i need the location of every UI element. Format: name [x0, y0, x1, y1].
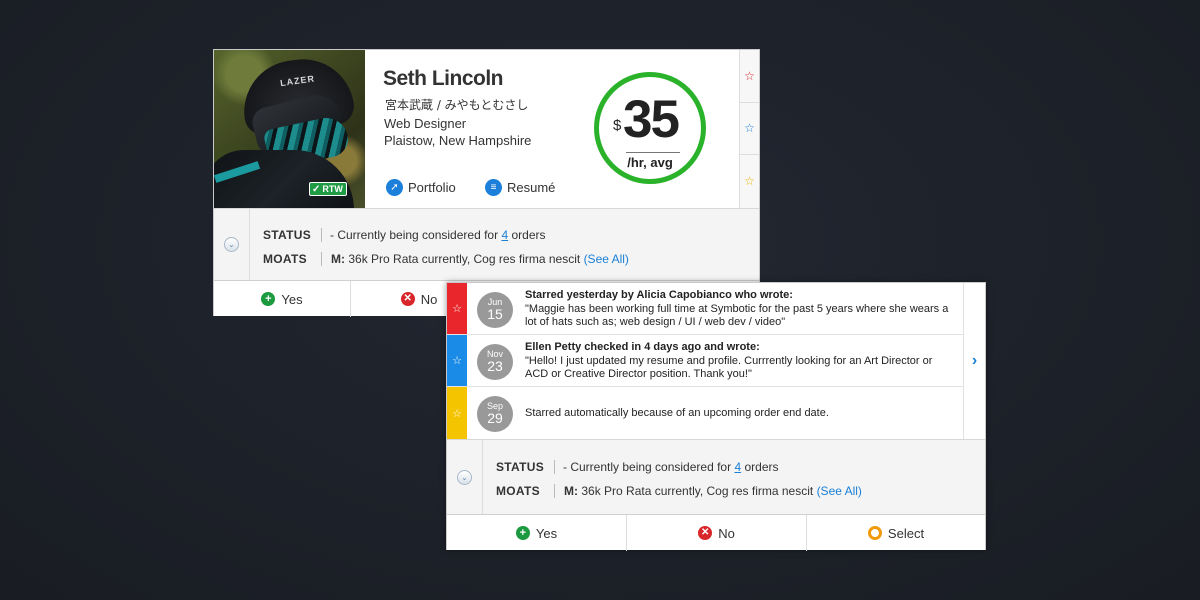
- status-text: - Currently being considered for 4 order…: [330, 228, 545, 242]
- status-suffix: orders: [511, 228, 546, 242]
- rtw-badge: ✓ RTW: [309, 182, 347, 196]
- rtw-badge-label: RTW: [322, 184, 343, 194]
- star-red-icon[interactable]: ☆: [740, 50, 759, 103]
- see-all-link[interactable]: (See All): [817, 484, 862, 498]
- no-label: No: [718, 525, 735, 541]
- feed-headline: Starred yesterday by Alicia Capobianco w…: [525, 289, 793, 301]
- moats-label: MOATS: [496, 484, 540, 498]
- yes-label: Yes: [535, 525, 558, 541]
- select-label: Select: [887, 525, 925, 541]
- candidate-card: LAZER ✓ RTW Seth Lincoln 宮本武蔵 / みやもとむさし W…: [213, 49, 760, 317]
- date-day: 23: [487, 358, 503, 374]
- candidate-name: Seth Lincoln: [383, 67, 504, 90]
- date-badge: Sep 29: [477, 396, 513, 432]
- divider: [554, 484, 555, 498]
- status-label: STATUS: [496, 460, 545, 474]
- feed-body: "Maggie has been working full time at Sy…: [525, 302, 949, 329]
- star-outline-icon: ☆: [447, 283, 467, 334]
- moats-key: M:: [331, 252, 345, 266]
- status-label: STATUS: [263, 228, 312, 242]
- portfolio-label: Portfolio: [408, 180, 456, 195]
- circle-icon: [867, 526, 882, 540]
- no-button[interactable]: ✕ No: [627, 515, 806, 551]
- moats-label: MOATS: [263, 252, 307, 266]
- close-icon: ✕: [400, 292, 415, 306]
- chevron-right-icon[interactable]: ›: [963, 283, 985, 439]
- chevron-down-icon[interactable]: ⌄: [457, 470, 472, 485]
- date-badge: Nov 23: [477, 344, 513, 380]
- status-panel: ⌄ STATUS - Currently being considered fo…: [214, 208, 759, 280]
- moats-value: 36k Pro Rata currently, Cog res firma ne…: [581, 484, 814, 498]
- resume-label: Resumé: [507, 180, 556, 195]
- list-item[interactable]: ☆ Nov 23 Ellen Petty checked in 4 days a…: [447, 335, 963, 387]
- plus-icon: +: [515, 526, 530, 540]
- feed-text: Starred automatically because of an upco…: [525, 407, 955, 421]
- divider: [321, 228, 322, 242]
- see-all-link[interactable]: (See All): [584, 252, 629, 266]
- no-label: No: [420, 291, 438, 307]
- toggle-column: ⌄: [447, 440, 483, 515]
- body-illustration: [214, 150, 354, 208]
- feed-text: Ellen Petty checked in 4 days ago and wr…: [525, 341, 955, 382]
- feed-body: "Hello! I just updated my resume and pro…: [525, 354, 933, 381]
- activity-feed: ☆ Jun 15 Starred yesterday by Alicia Cap…: [447, 283, 985, 439]
- list-item[interactable]: ☆ Jun 15 Starred yesterday by Alicia Cap…: [447, 283, 963, 335]
- feed-body: Starred automatically because of an upco…: [525, 407, 829, 419]
- portfolio-link[interactable]: ➚ Portfolio: [386, 179, 456, 196]
- rate-badge: $ 35 /hr, avg: [594, 72, 706, 184]
- check-icon: ✓: [312, 184, 321, 195]
- candidate-location: Plaistow, New Hampshire: [384, 133, 532, 148]
- external-link-icon: ➚: [386, 179, 403, 196]
- feed-headline: Ellen Petty checked in 4 days ago and wr…: [525, 341, 760, 353]
- star-yellow-icon[interactable]: ☆: [740, 155, 759, 208]
- feed-text: Starred yesterday by Alicia Capobianco w…: [525, 289, 955, 330]
- star-outline-icon: ☆: [447, 335, 467, 386]
- candidate-name-jp: 宮本武蔵 / みやもとむさし: [385, 98, 529, 112]
- document-icon: ≡: [485, 179, 502, 196]
- yes-button[interactable]: + Yes: [214, 281, 350, 317]
- select-button[interactable]: Select: [807, 515, 985, 551]
- chevron-down-icon[interactable]: ⌄: [224, 237, 239, 252]
- date-day: 29: [487, 410, 503, 426]
- helmet-brand: LAZER: [279, 73, 316, 89]
- plus-icon: +: [261, 292, 276, 306]
- avatar[interactable]: LAZER ✓ RTW: [214, 50, 365, 208]
- divider: [554, 460, 555, 474]
- activity-card: ☆ Jun 15 Starred yesterday by Alicia Cap…: [446, 282, 986, 551]
- moats-text: M: 36k Pro Rata currently, Cog res firma…: [564, 484, 862, 498]
- rate-amount: 35: [623, 90, 680, 149]
- rate-unit: /hr, avg: [627, 155, 673, 170]
- star-outline-icon: ☆: [447, 387, 467, 439]
- status-suffix: orders: [744, 460, 779, 474]
- yes-button[interactable]: + Yes: [447, 515, 626, 551]
- date-badge: Jun 15: [477, 292, 513, 328]
- candidate-header: LAZER ✓ RTW Seth Lincoln 宮本武蔵 / みやもとむさし W…: [214, 50, 759, 208]
- close-icon: ✕: [698, 526, 713, 540]
- star-column: ☆ ☆ ☆: [739, 50, 759, 208]
- toggle-column: ⌄: [214, 209, 250, 280]
- list-item[interactable]: ☆ Sep 29 Starred automatically because o…: [447, 387, 963, 439]
- resume-link[interactable]: ≡ Resumé: [485, 179, 555, 196]
- divider: [321, 252, 322, 266]
- rate-divider: [626, 152, 680, 153]
- date-day: 15: [487, 306, 503, 322]
- orders-count-link[interactable]: 4: [501, 228, 508, 242]
- yes-label: Yes: [281, 291, 303, 307]
- rate-currency: $: [613, 117, 622, 134]
- action-bar: + Yes ✕ No Select: [447, 514, 985, 551]
- moats-value: 36k Pro Rata currently, Cog res firma ne…: [348, 252, 581, 266]
- candidate-title: Web Designer: [384, 116, 467, 131]
- status-text: - Currently being considered for 4 order…: [563, 460, 778, 474]
- status-panel: ⌄ STATUS - Currently being considered fo…: [447, 439, 985, 515]
- moats-key: M:: [564, 484, 578, 498]
- star-blue-icon[interactable]: ☆: [740, 103, 759, 156]
- moats-text: M: 36k Pro Rata currently, Cog res firma…: [331, 252, 629, 266]
- status-prefix: - Currently being considered for: [330, 228, 499, 242]
- orders-count-link[interactable]: 4: [734, 460, 741, 474]
- status-prefix: - Currently being considered for: [563, 460, 732, 474]
